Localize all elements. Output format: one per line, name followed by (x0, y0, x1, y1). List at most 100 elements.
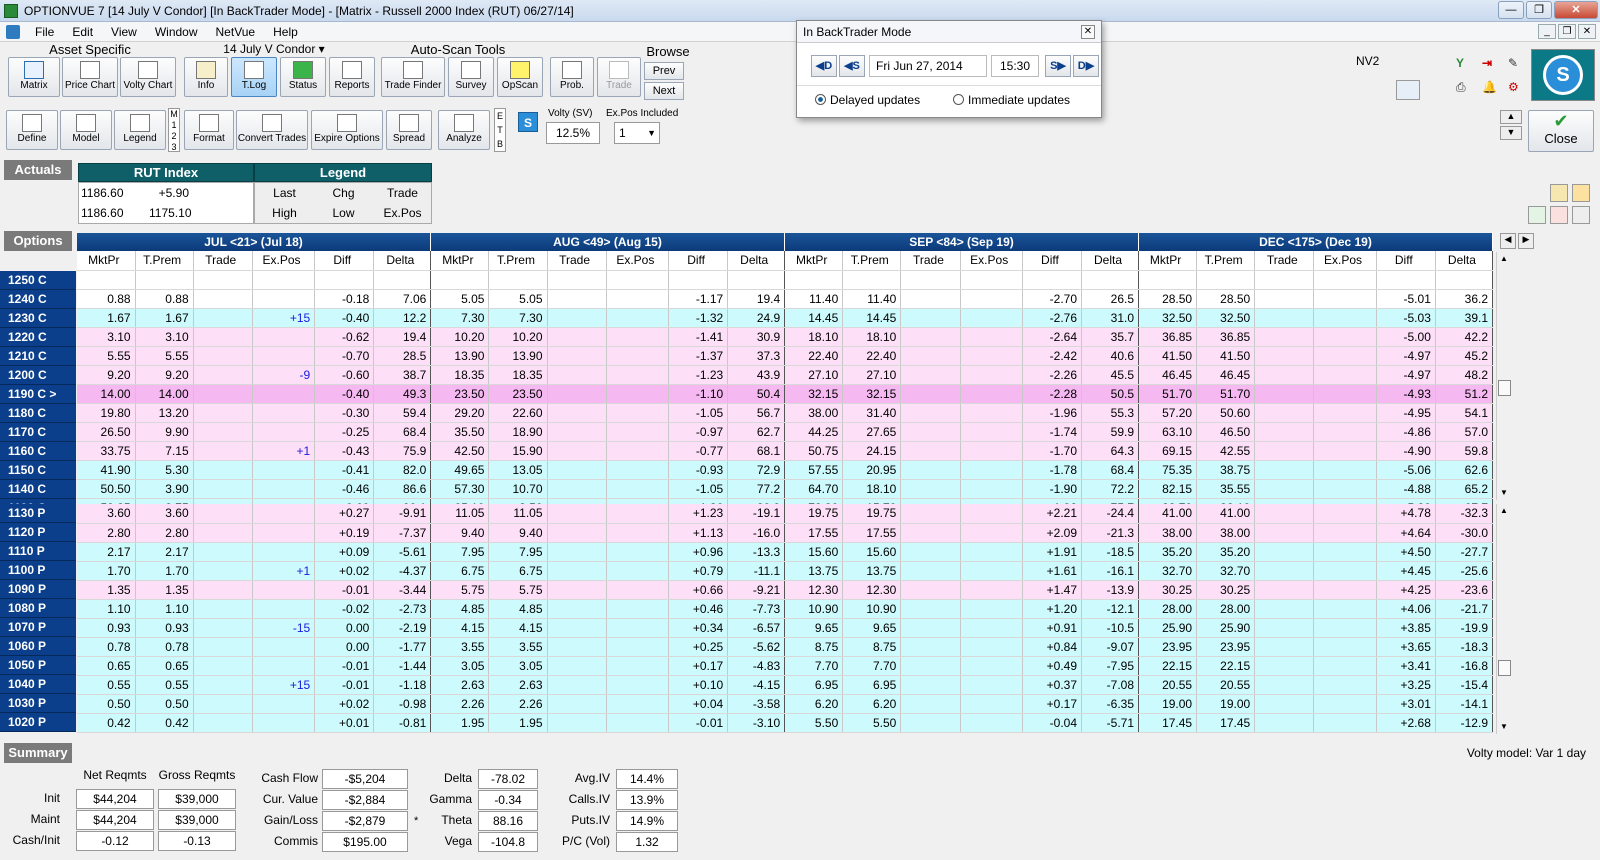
menu-file[interactable]: File (26, 25, 63, 39)
column-header[interactable]: Trade (900, 251, 961, 271)
cell-trade[interactable] (193, 504, 253, 524)
cell-trade[interactable] (1254, 365, 1315, 385)
column-header[interactable]: MktPr (784, 251, 844, 271)
cell-trade[interactable] (547, 384, 607, 404)
cell-trade[interactable] (1254, 384, 1315, 404)
column-header[interactable]: Diff (314, 251, 375, 271)
legend-mode-selector[interactable]: M123 (168, 108, 180, 152)
cell-trade[interactable] (193, 441, 253, 461)
cell-trade[interactable] (1254, 523, 1315, 543)
cell-trade[interactable] (193, 308, 253, 328)
column-header[interactable]: Ex.Pos (252, 251, 316, 271)
strike-label[interactable]: 1140 C (0, 480, 76, 499)
cell-trade[interactable] (1254, 403, 1315, 423)
cell-trade[interactable] (193, 656, 253, 676)
cell-trade[interactable] (900, 580, 961, 600)
camera-icon[interactable] (1550, 184, 1568, 202)
cell-trade[interactable] (547, 561, 607, 581)
cell-trade[interactable] (900, 675, 961, 695)
table-row[interactable]: 50.50 3.90 -0.46 86.6 57.30 10.70 -1.05 77.2 64.… (77, 479, 1494, 499)
format-button[interactable]: Format (184, 110, 234, 150)
cell-trade[interactable] (193, 637, 253, 657)
cell-trade[interactable] (1254, 308, 1315, 328)
price-chart-button[interactable]: Price Chart (62, 57, 118, 97)
cell-trade[interactable] (193, 542, 253, 562)
cell-trade[interactable] (547, 460, 607, 480)
prob-button[interactable]: Prob. (550, 57, 594, 97)
strike-label[interactable]: 1250 C (0, 271, 76, 290)
cell-trade[interactable] (1254, 656, 1315, 676)
cell-trade[interactable] (900, 308, 961, 328)
expos-select[interactable]: 1 ▼ (614, 122, 660, 144)
etb-selector[interactable]: ETB (494, 108, 506, 152)
column-header[interactable]: MktPr (430, 251, 490, 271)
print-matrix-icon[interactable] (1572, 206, 1590, 224)
table-row[interactable]: 1.35 1.35 -0.01 -3.44 5.75 5.75 +0.66 -9.21 12.3… (77, 580, 1494, 600)
cell-trade[interactable] (193, 713, 253, 733)
calls-scrollbar[interactable]: ▲ ▼ (1496, 252, 1512, 500)
strike-label[interactable]: 1020 P (0, 713, 76, 732)
strike-label[interactable]: 1240 C (0, 290, 76, 309)
column-header[interactable]: Delta (727, 251, 786, 271)
status-button[interactable]: Status (280, 57, 326, 97)
convert-trades-button[interactable]: Convert Trades (236, 110, 308, 150)
strike-label[interactable]: 1160 C (0, 442, 76, 461)
cell-trade[interactable] (193, 523, 253, 543)
cell-trade[interactable] (193, 289, 253, 309)
table-row[interactable]: 2.17 2.17 +0.09 -5.61 7.95 7.95 +0.96 -13.3 15.6… (77, 542, 1494, 562)
settings-icon[interactable]: ⚙ (1508, 80, 1522, 94)
column-header[interactable]: T.Prem (842, 251, 902, 271)
cell-trade[interactable] (900, 460, 961, 480)
refresh-icon[interactable] (1396, 80, 1420, 100)
define-button[interactable]: Define (6, 110, 58, 150)
cell-trade[interactable] (900, 365, 961, 385)
column-header[interactable]: Diff (668, 251, 729, 271)
cell-trade[interactable] (1254, 599, 1315, 619)
time-field[interactable]: 15:30 (991, 55, 1039, 77)
table-row[interactable]: 14.00 14.00 -0.40 49.3 23.50 23.50 -1.10 50.4 32… (77, 384, 1494, 404)
table-row[interactable]: 1.70 1.70 +1 +0.02 -4.37 6.75 6.75 +0.79 -11.1 13… (77, 561, 1494, 581)
cell-trade[interactable] (1254, 441, 1315, 461)
cell-trade[interactable] (900, 561, 961, 581)
cell-trade[interactable] (1254, 675, 1315, 695)
table-row[interactable]: 1.10 1.10 -0.02 -2.73 4.85 4.85 +0.46 -7.73 10.9… (77, 599, 1494, 619)
cell-trade[interactable] (1254, 346, 1315, 366)
column-header[interactable]: Ex.Pos (960, 251, 1023, 271)
strike-label[interactable]: 1040 P (0, 675, 76, 694)
table-row[interactable]: 0.42 0.42 +0.01 -0.81 1.95 1.95 -0.01 -3.10 5.50… (77, 713, 1494, 733)
month-header-2[interactable]: SEP <84> (Sep 19) (785, 233, 1139, 251)
column-header[interactable]: Ex.Pos (1313, 251, 1377, 271)
strike-label[interactable]: 1190 C > (0, 385, 76, 404)
cell-trade[interactable] (547, 504, 607, 524)
cell-trade[interactable] (900, 346, 961, 366)
scroll-right-button[interactable]: ▶ (1518, 233, 1534, 249)
cell-trade[interactable] (547, 713, 607, 733)
table-row[interactable]: 3.10 3.10 -0.62 19.4 10.20 10.20 -1.41 30.9 18.1… (77, 327, 1494, 347)
cell-trade[interactable] (1254, 618, 1315, 638)
s-button[interactable]: S (518, 112, 538, 132)
cell-trade[interactable] (193, 422, 253, 442)
cell-trade[interactable] (900, 270, 961, 290)
strike-label[interactable]: 1170 C (0, 423, 76, 442)
strike-label[interactable]: 1060 P (0, 637, 76, 656)
strike-label[interactable]: 1110 P (0, 542, 76, 561)
bell-icon[interactable]: 🔔 (1482, 80, 1497, 94)
strike-label[interactable]: 1100 P (0, 561, 76, 580)
reports-button[interactable]: Reports (329, 57, 375, 97)
volty-chart-button[interactable]: Volty Chart (120, 57, 176, 97)
menu-edit[interactable]: Edit (63, 25, 102, 39)
cell-trade[interactable] (1254, 270, 1315, 290)
cell-trade[interactable] (547, 542, 607, 562)
table-row[interactable]: 0.65 0.65 -0.01 -1.44 3.05 3.05 +0.17 -4.83 7.70… (77, 656, 1494, 676)
cell-trade[interactable] (1254, 504, 1315, 524)
table-row[interactable]: 0.78 0.78 0.00 -1.77 3.55 3.55 +0.25 -5.62 8.75 8… (77, 637, 1494, 657)
cell-trade[interactable] (547, 637, 607, 657)
cell-trade[interactable] (900, 384, 961, 404)
table-row[interactable]: 33.75 7.15 +1 -0.43 75.9 42.50 15.90 -0.77 68.1 5… (77, 441, 1494, 461)
strike-label[interactable]: 1150 C (0, 461, 76, 480)
cell-trade[interactable] (547, 618, 607, 638)
table-row[interactable]: 1.67 1.67 +15 -0.40 12.2 7.30 7.30 -1.32 24.9 14.… (77, 308, 1494, 328)
cell-trade[interactable] (547, 327, 607, 347)
column-header[interactable]: T.Prem (1196, 251, 1256, 271)
volty-input[interactable]: 12.5% (546, 122, 600, 144)
